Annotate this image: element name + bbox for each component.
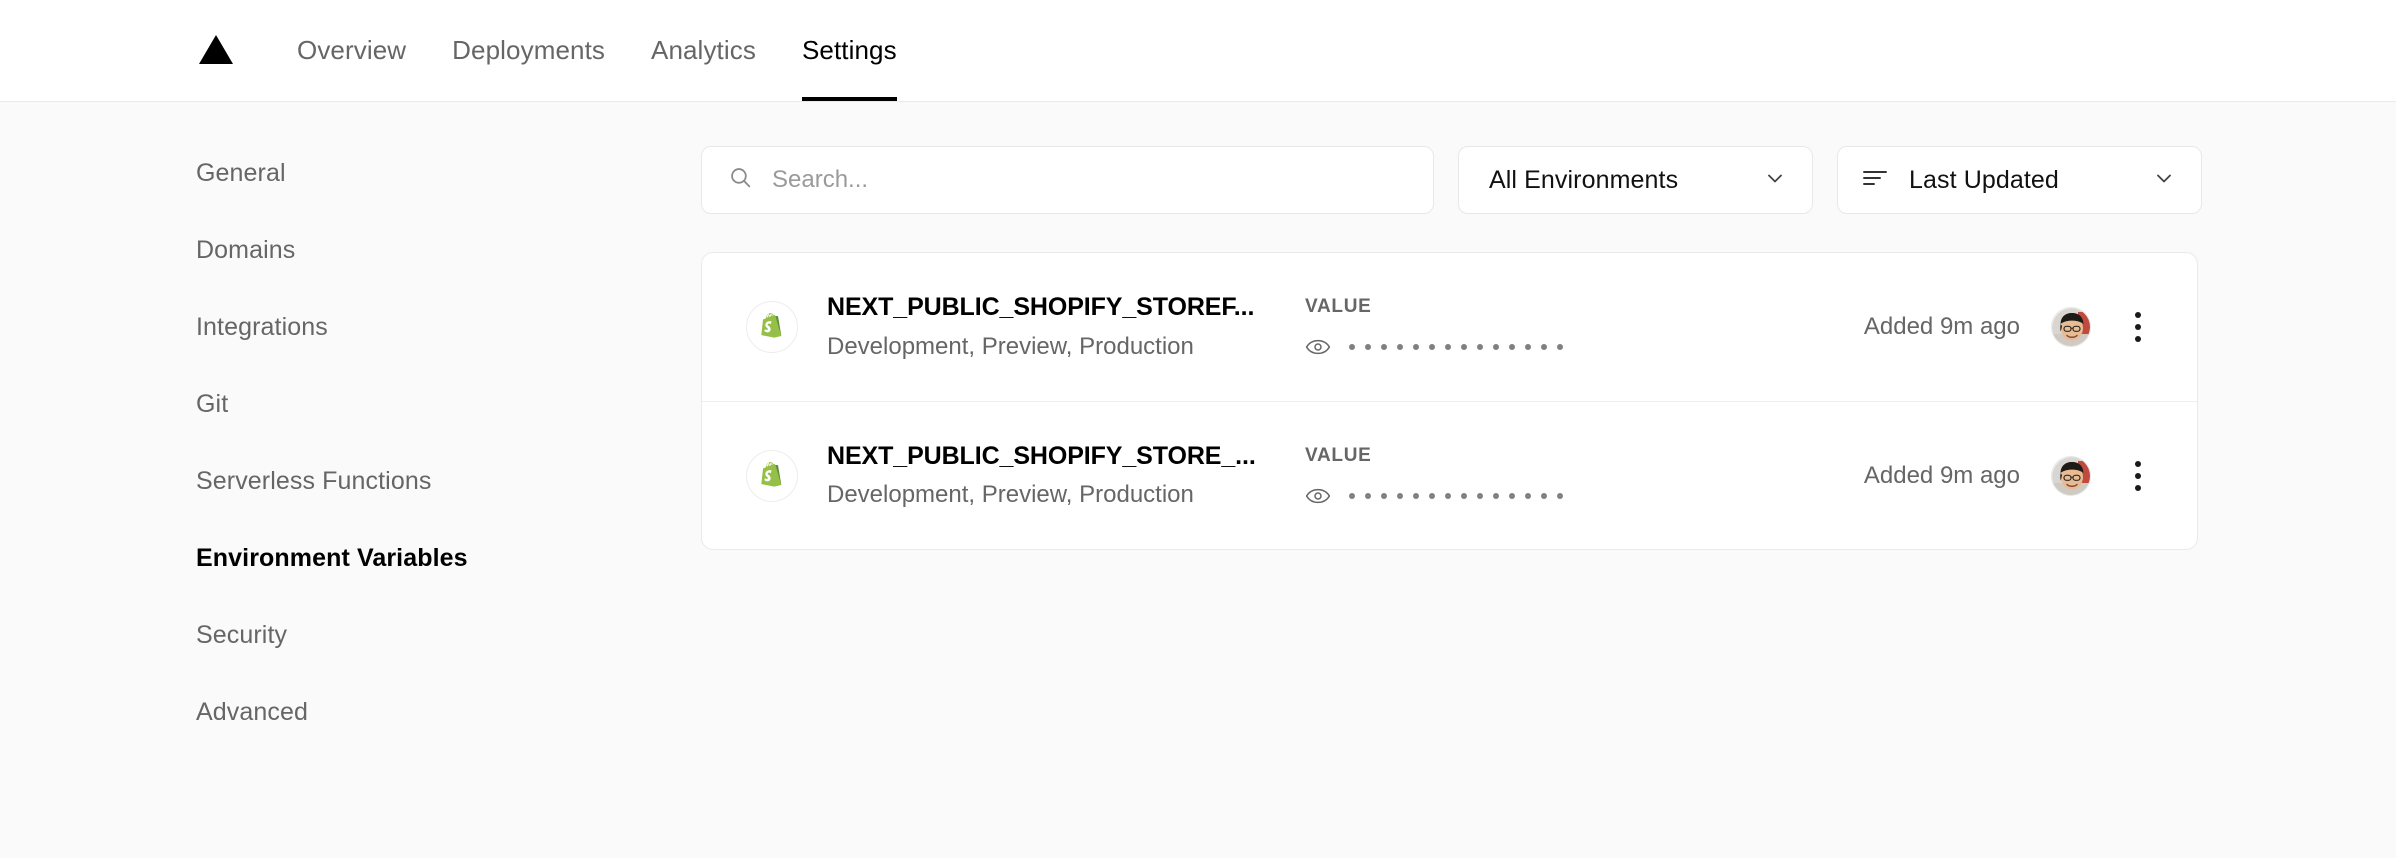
nav-inner: Overview Deployments Analytics Settings: [196, 0, 920, 101]
added-timestamp: Added 9m ago: [1863, 461, 2020, 489]
search-field[interactable]: [701, 146, 1434, 214]
kebab-menu-icon[interactable]: [2124, 460, 2152, 491]
tab-settings[interactable]: Settings: [779, 0, 920, 101]
variable-targets: Development, Preview, Production: [827, 481, 1194, 509]
value-body: [1305, 486, 1864, 506]
environment-filter-dropdown[interactable]: All Environments: [1458, 146, 1813, 214]
sidebar-item-label: Domains: [196, 236, 296, 264]
table-row[interactable]: NEXT_PUBLIC_SHOPIFY_STORE_... Developmen…: [702, 401, 2197, 549]
search-icon: [728, 165, 753, 195]
tab-deployments-label: Deployments: [452, 35, 605, 65]
variable-key: NEXT_PUBLIC_SHOPIFY_STORE_...: [827, 441, 1256, 470]
tab-analytics-label: Analytics: [651, 35, 756, 65]
eye-icon[interactable]: [1305, 337, 1331, 357]
chevron-down-icon: [2152, 166, 2176, 195]
added-timestamp: Added 9m ago: [1863, 313, 2020, 340]
eye-icon[interactable]: [1305, 486, 1331, 506]
sidebar-item-label: General: [196, 159, 286, 187]
main-content: All Environments Las: [701, 146, 2202, 777]
tab-deployments[interactable]: Deployments: [429, 0, 628, 101]
value-column-header: VALUE: [1305, 296, 1372, 317]
shopify-icon: [746, 449, 798, 502]
sidebar-item-security[interactable]: Security: [196, 623, 701, 648]
page-body: General Domains Integrations Git Serverl…: [0, 102, 2396, 777]
sidebar-item-label: Security: [196, 621, 288, 649]
sidebar-item-advanced[interactable]: Advanced: [196, 700, 701, 725]
avatar[interactable]: [2051, 307, 2091, 347]
sidebar-item-label: Integrations: [196, 313, 328, 341]
sidebar-item-domains[interactable]: Domains: [196, 238, 701, 263]
value-column-header: VALUE: [1305, 444, 1372, 466]
variable-identity: NEXT_PUBLIC_SHOPIFY_STORE_... Developmen…: [827, 441, 1267, 510]
settings-sidebar: General Domains Integrations Git Serverl…: [196, 146, 701, 777]
value-column: VALUE: [1267, 446, 1864, 506]
sort-left-group: Last Updated: [1862, 166, 2059, 195]
top-navigation-bar: Overview Deployments Analytics Settings: [0, 0, 2396, 102]
variable-key: NEXT_PUBLIC_SHOPIFY_STOREF...: [827, 293, 1255, 322]
toolbar: All Environments Las: [701, 146, 2202, 214]
sidebar-item-integrations[interactable]: Integrations: [196, 315, 701, 340]
shopify-icon: [746, 301, 798, 353]
environment-variables-card: NEXT_PUBLIC_SHOPIFY_STOREF... Developmen…: [701, 252, 2198, 550]
triangle-logo-icon[interactable]: [196, 0, 236, 100]
tab-analytics[interactable]: Analytics: [628, 0, 779, 101]
sidebar-item-label: Environment Variables: [196, 544, 468, 572]
tab-overview[interactable]: Overview: [274, 0, 429, 101]
sidebar-item-general[interactable]: General: [196, 161, 701, 186]
sort-lines-icon: [1862, 168, 1888, 193]
tab-overview-label: Overview: [297, 35, 407, 65]
table-row[interactable]: NEXT_PUBLIC_SHOPIFY_STOREF... Developmen…: [702, 253, 2197, 401]
sidebar-item-label: Git: [196, 390, 229, 418]
tab-settings-label: Settings: [801, 35, 897, 65]
variable-targets: Development, Preview, Production: [827, 332, 1194, 360]
sidebar-item-environment-variables[interactable]: Environment Variables: [196, 546, 701, 571]
masked-value-dots: [1349, 492, 1563, 499]
value-column: VALUE: [1267, 297, 1864, 357]
value-body: [1305, 337, 1864, 357]
masked-value-dots: [1349, 344, 1563, 350]
sort-dropdown[interactable]: Last Updated: [1837, 146, 2202, 214]
sidebar-item-git[interactable]: Git: [196, 392, 701, 417]
sidebar-item-serverless-functions[interactable]: Serverless Functions: [196, 469, 701, 494]
variable-identity: NEXT_PUBLIC_SHOPIFY_STOREF... Developmen…: [827, 292, 1267, 361]
sort-value: Last Updated: [1909, 165, 2059, 194]
sidebar-item-label: Advanced: [196, 698, 308, 726]
environment-filter-value: All Environments: [1489, 165, 1679, 194]
search-input[interactable]: [772, 147, 1407, 213]
sidebar-item-label: Serverless Functions: [196, 467, 432, 495]
kebab-menu-icon[interactable]: [2124, 312, 2152, 342]
avatar[interactable]: [2051, 455, 2091, 496]
chevron-down-icon: [1763, 166, 1787, 195]
